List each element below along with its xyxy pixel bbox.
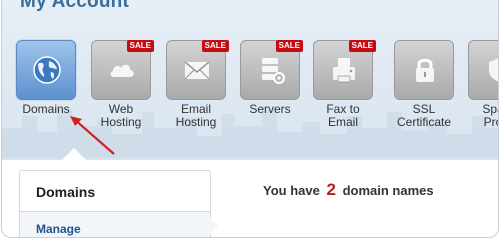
servers-label[interactable]: Servers [235,103,305,116]
sale-badge: SALE [275,40,303,52]
sale-badge: SALE [348,40,376,52]
domains-sidebar-panel: Domains Manage [19,170,218,237]
page-title: My Account [20,0,129,12]
product-domains[interactable]: Domains [11,40,81,116]
sale-badge: SALE [126,40,154,52]
product-email-hosting[interactable]: SALE Email Hosting [161,40,231,129]
fax-to-email-tile[interactable]: SALE [313,40,376,100]
sidebar-title: Domains [36,184,96,200]
cloud-icon [110,64,134,77]
email-hosting-label[interactable]: Email Hosting [161,103,231,129]
red-arrow-annotation [70,116,115,155]
fax-icon [333,58,355,83]
product-servers[interactable]: SALE Servers [235,40,305,116]
web-hosting-tile[interactable]: SALE [91,40,154,100]
lock-icon [416,58,434,82]
fax-to-email-label[interactable]: Fax to Email [308,103,378,129]
domain-count: 2 [326,180,336,199]
product-spam-protection[interactable]: SpamProte [463,40,498,129]
server-icon [262,58,285,84]
sale-badge: SALE [201,40,229,52]
ssl-certificate-tile[interactable] [394,40,454,100]
domains-tile[interactable] [16,40,76,100]
summary-prefix: You have [263,183,320,198]
sidebar-item-manage[interactable]: Manage [36,222,81,236]
sidebar-active-pointer [210,217,218,235]
spam-protection-tile[interactable] [468,40,498,100]
summary-suffix: domain names [342,183,434,198]
product-ssl-certificate[interactable]: SSL Certificate [389,40,459,129]
ssl-certificate-label[interactable]: SSL Certificate [389,103,459,129]
email-hosting-tile[interactable]: SALE [166,40,229,100]
product-fax-to-email[interactable]: SALE Fax to Email [308,40,378,129]
envelope-icon [184,61,210,80]
servers-tile[interactable]: SALE [240,40,303,100]
shield-icon [489,58,498,82]
account-window: My Account Domains SALE Web Hosting SALE… [1,0,499,238]
spam-protection-label[interactable]: SpamProte [463,103,498,129]
domain-count-summary: You have 2 domain names [263,180,434,200]
globe-icon [33,56,61,84]
